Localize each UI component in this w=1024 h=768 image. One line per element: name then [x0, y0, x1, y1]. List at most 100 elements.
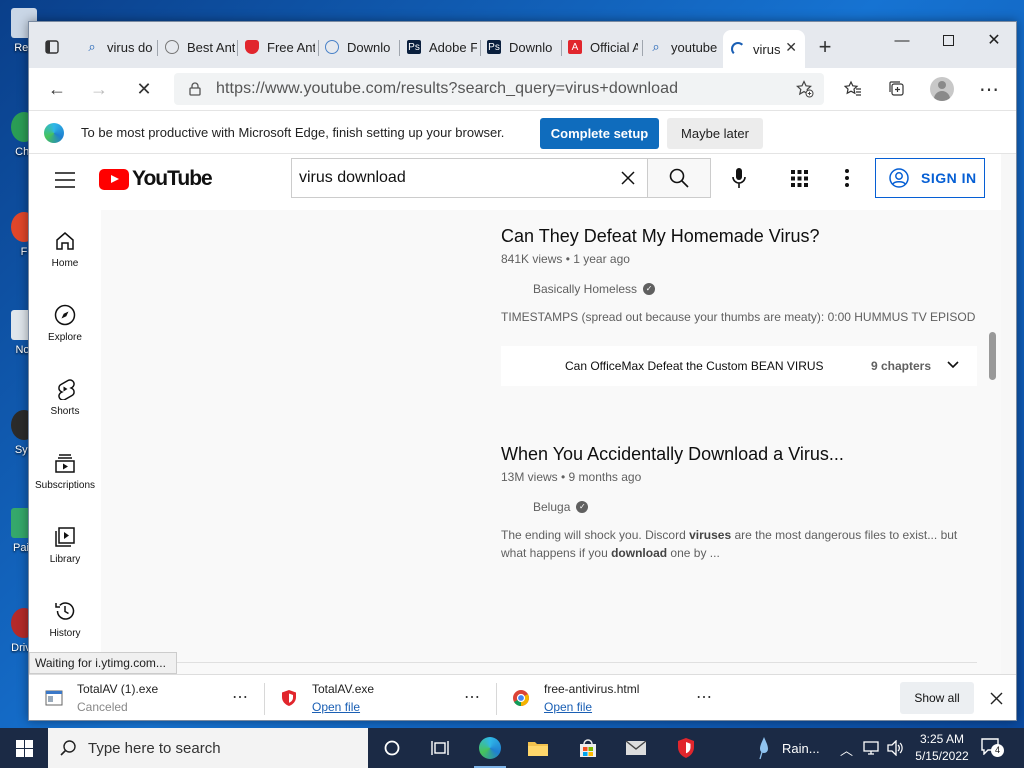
close-window-button[interactable]: ✕ — [971, 26, 1016, 54]
status-bar: Waiting for i.ytimg.com... — [29, 652, 177, 674]
more-horizontal-icon[interactable]: ⋯ — [464, 687, 481, 707]
chapters-row[interactable]: Can OfficeMax Defeat the Custom BEAN VIR… — [501, 346, 977, 386]
tab-6[interactable]: A Official A — [568, 34, 638, 60]
taskbar-app-totalav[interactable] — [662, 728, 710, 768]
channel-link[interactable]: Basically Homeless ✓ — [533, 282, 656, 296]
video-title[interactable]: Can They Defeat My Homemade Virus? — [501, 226, 819, 247]
guide-item-subscriptions[interactable]: Subscriptions — [29, 452, 101, 491]
notifications-button[interactable]: 4 — [980, 737, 1004, 759]
open-file-link[interactable]: Open file — [544, 700, 592, 714]
maybe-later-button[interactable]: Maybe later — [667, 118, 763, 149]
tab-1[interactable]: Best Ant — [165, 34, 235, 60]
search-input[interactable]: virus download — [291, 158, 648, 198]
download-item[interactable]: TotalAV.exe Open file ⋯ — [264, 675, 496, 720]
guide-item-explore[interactable]: Explore — [29, 304, 101, 343]
search-button[interactable] — [647, 158, 711, 198]
library-icon — [55, 527, 75, 547]
taskbar-app-store[interactable] — [564, 728, 612, 768]
guide-item-shorts[interactable]: Shorts — [29, 378, 101, 417]
profile-button[interactable] — [926, 73, 958, 105]
clear-search-icon[interactable] — [621, 171, 635, 185]
volume-icon[interactable] — [886, 740, 904, 756]
download-item[interactable]: TotalAV (1).exe Canceled ⋯ — [29, 675, 261, 720]
taskbar-app-edge[interactable] — [466, 728, 514, 768]
add-favorite-icon[interactable] — [796, 80, 814, 98]
guide-item-home[interactable]: Home — [29, 230, 101, 269]
plus-icon: + — [818, 34, 832, 59]
forward-button[interactable]: → — [83, 73, 115, 105]
guide-label: History — [49, 628, 81, 639]
video-meta: 841K views • 1 year ago — [501, 252, 630, 266]
tab-5[interactable]: Ps Downlo — [487, 34, 557, 60]
maximize-button[interactable] — [925, 26, 971, 54]
back-button[interactable]: ← — [41, 73, 73, 105]
search-icon: ⌕ — [88, 39, 96, 54]
download-item[interactable]: free-antivirus.html Open file ⋯ — [496, 675, 728, 720]
collections-button[interactable] — [881, 73, 913, 105]
more-horizontal-icon[interactable]: ⋯ — [232, 687, 249, 707]
windows-logo-icon — [15, 739, 33, 757]
weather-widget[interactable]: Rain... — [758, 728, 820, 768]
tab-label: Free Ant — [267, 39, 315, 55]
apps-grid-icon[interactable] — [791, 170, 808, 187]
taskbar-app-file-explorer[interactable] — [514, 728, 562, 768]
minimize-button[interactable]: — — [879, 26, 925, 54]
favorites-button[interactable] — [837, 73, 869, 105]
hamburger-menu-icon[interactable] — [55, 172, 75, 188]
taskbar-app-mail[interactable] — [612, 728, 660, 768]
verified-check-icon: ✓ — [576, 501, 589, 513]
close-icon: ✕ — [987, 32, 1001, 49]
tab-label: Adobe F — [429, 39, 477, 55]
video-title[interactable]: When You Accidentally Download a Virus..… — [501, 444, 844, 465]
network-icon[interactable] — [862, 740, 880, 756]
search-icon — [669, 168, 689, 188]
more-horizontal-icon[interactable]: ⋯ — [696, 687, 713, 707]
tab-bar: ⌕ virus do Best Ant Free Ant Downlo Ps Ado… — [29, 22, 1016, 68]
close-icon[interactable] — [990, 692, 1003, 705]
microphone-icon[interactable] — [732, 168, 746, 188]
close-tab-icon[interactable]: ✕ — [785, 39, 797, 56]
forward-arrow-icon: → — [90, 78, 108, 99]
stop-loading-button[interactable]: ✕ — [128, 73, 160, 105]
settings-more-button[interactable]: ⋯ — [973, 73, 1005, 105]
chevron-up-icon[interactable]: ︿ — [840, 740, 853, 759]
chat-icon — [165, 40, 179, 54]
account-icon — [889, 168, 909, 188]
task-view-button[interactable] — [416, 728, 464, 768]
video-meta: 13M views • 9 months ago — [501, 470, 642, 484]
notification-count-badge: 4 — [991, 744, 1004, 757]
show-all-downloads-button[interactable]: Show all — [900, 682, 974, 714]
taskbar: Type here to search Rain... ︿ 3:25 AM 5/… — [0, 728, 1024, 768]
guide-item-history[interactable]: History — [29, 600, 101, 639]
new-tab-button[interactable]: + — [813, 34, 837, 60]
tab-divider — [642, 40, 643, 56]
channel-name: Basically Homeless — [533, 282, 638, 296]
channel-link[interactable]: Beluga ✓ — [533, 500, 589, 514]
more-horizontal-icon: ⋯ — [979, 78, 999, 101]
complete-setup-button[interactable]: Complete setup — [540, 118, 659, 149]
tab-4[interactable]: Ps Adobe F — [407, 34, 477, 60]
cortana-button[interactable] — [368, 728, 416, 768]
download-filename: free-antivirus.html — [544, 682, 640, 696]
guide-item-library[interactable]: Library — [29, 526, 101, 565]
chapter-title: Can OfficeMax Defeat the Custom BEAN VIR… — [565, 359, 824, 373]
taskbar-search-box[interactable]: Type here to search — [48, 728, 368, 768]
system-clock[interactable]: 3:25 AM 5/15/2022 — [910, 731, 974, 765]
subscriptions-icon — [55, 454, 75, 473]
start-button[interactable] — [0, 728, 48, 768]
tab-0[interactable]: ⌕ virus do — [85, 34, 155, 60]
search-icon: ⌕ — [652, 39, 660, 54]
sign-in-button[interactable]: SIGN IN — [875, 158, 985, 198]
more-vertical-icon[interactable] — [845, 169, 849, 187]
address-bar[interactable]: https://www.youtube.com/results?search_q… — [174, 73, 824, 105]
tab-3[interactable]: Downlo — [325, 34, 393, 60]
youtube-logo[interactable]: YouTube — [99, 167, 213, 191]
tab-2[interactable]: Free Ant — [245, 34, 315, 60]
tab-7[interactable]: ⌕ youtube — [649, 34, 719, 60]
open-file-link[interactable]: Open file — [312, 700, 360, 714]
page-scrollbar-thumb[interactable] — [989, 332, 996, 380]
close-icon: ✕ — [136, 78, 152, 99]
tab-active[interactable]: virus ✕ — [723, 30, 805, 68]
video-description: The ending will shock you. Discord virus… — [501, 528, 958, 560]
tab-actions-button[interactable] — [45, 34, 61, 60]
